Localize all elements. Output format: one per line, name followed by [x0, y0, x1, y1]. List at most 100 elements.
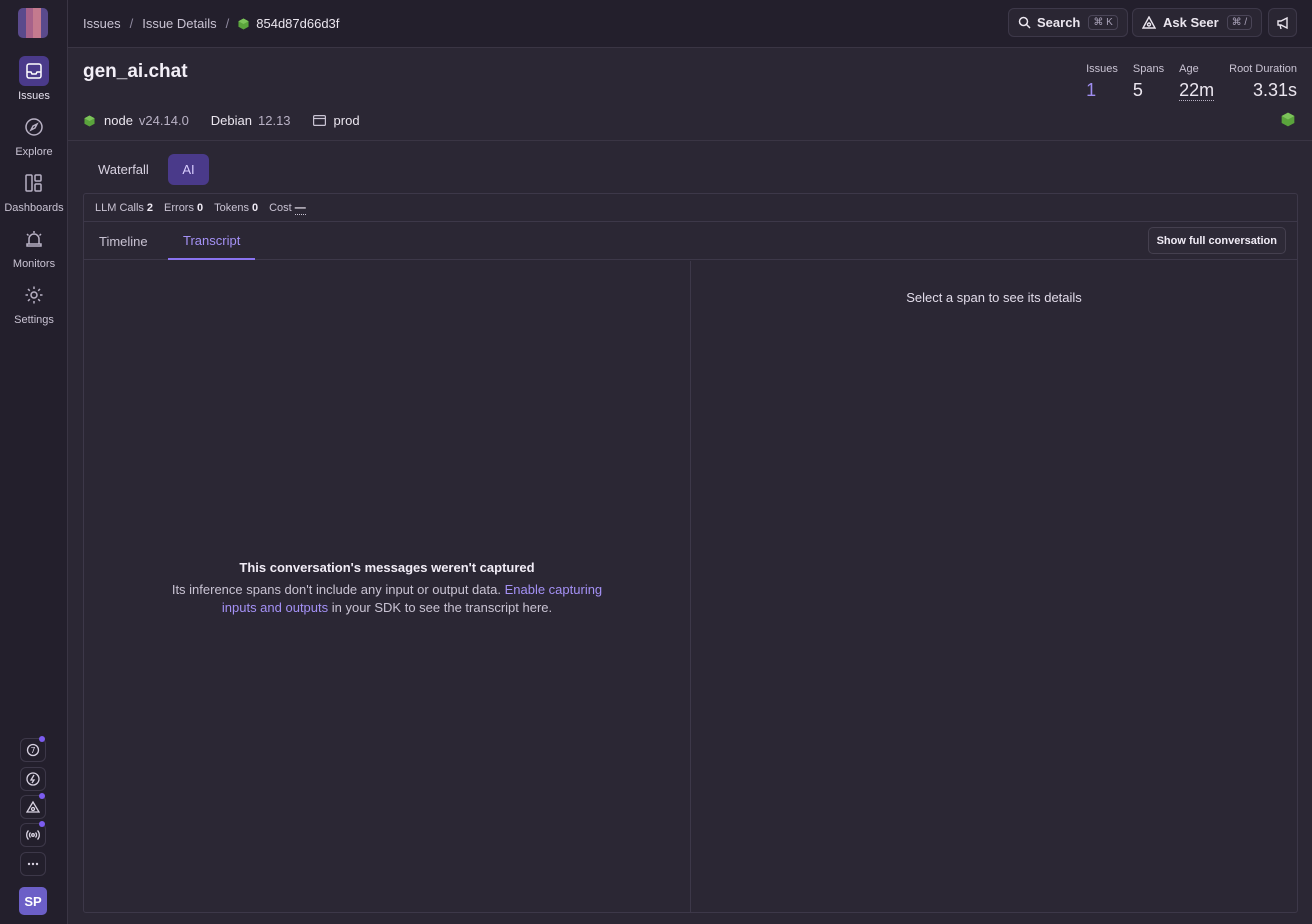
notification-dot [39, 736, 45, 742]
search-button[interactable]: Search ⌘ K [1008, 8, 1128, 37]
user-avatar[interactable]: SP [19, 887, 47, 915]
whats-new-button[interactable] [1268, 8, 1297, 37]
stat-root-duration: Root Duration 3.31s [1229, 63, 1297, 101]
lightning-icon [26, 772, 40, 786]
siren-icon [19, 224, 49, 254]
trace-id: 854d87d66d3f [256, 16, 340, 31]
dashboard-icon [19, 168, 49, 198]
stat-value: 3.31s [1252, 80, 1297, 100]
metric-label: Errors [164, 201, 194, 214]
tag-version: v24.14.0 [138, 113, 189, 128]
tag-os: Debian 12.13 [211, 113, 291, 128]
metric-cost: Cost — [269, 201, 306, 215]
empty-state-text: in your SDK to see the transcript here. [328, 600, 553, 615]
metric-errors: Errors 0 [164, 202, 203, 214]
tag-runtime: node v24.14.0 [84, 113, 189, 128]
metric-value: 0 [251, 201, 259, 214]
breadcrumb-issue-details[interactable]: Issue Details [142, 16, 216, 31]
tag-name: prod [333, 113, 360, 128]
tab-transcript[interactable]: Transcript [168, 222, 256, 260]
breadcrumb: Issues / Issue Details / 854d87d66d3f [83, 16, 339, 31]
stat-issues: Issues 1 [1086, 63, 1118, 101]
breadcrumb-separator: / [225, 16, 230, 31]
sidebar-item-issues[interactable]: Issues [0, 56, 68, 106]
details-placeholder: Select a span to see its details [906, 290, 1082, 305]
ask-seer-button[interactable]: Ask Seer ⌘ / [1132, 8, 1263, 37]
tab-waterfall[interactable]: Waterfall [84, 154, 163, 185]
nodejs-icon [84, 115, 95, 126]
broadcast-button[interactable] [20, 821, 46, 847]
platform-icon [1281, 112, 1295, 130]
metric-label: LLM Calls [95, 201, 144, 214]
sidebar-item-label: Monitors [12, 258, 56, 270]
tag-environment: prod [312, 113, 366, 128]
stat-label: Root Duration [1229, 63, 1297, 75]
tab-timeline[interactable]: Timeline [84, 222, 163, 260]
ai-panel: LLM Calls 2 Errors 0 Tokens 0 Cost — Timelin… [83, 193, 1298, 913]
stat-value: 5 [1132, 80, 1143, 100]
stat-label: Spans [1132, 63, 1165, 75]
stat-label: Issues [1086, 63, 1118, 75]
seer-icon [1142, 16, 1156, 29]
metric-label: Tokens [214, 201, 249, 214]
stat-value[interactable]: 1 [1086, 80, 1118, 101]
tab-ai[interactable]: AI [168, 154, 209, 185]
empty-state-description: Its inference spans don't include any in… [156, 581, 618, 617]
split-divider[interactable] [690, 261, 691, 913]
search-label: Search [1037, 15, 1081, 30]
stat-spans: Spans 5 [1133, 63, 1164, 101]
sidebar-item-settings[interactable]: Settings [0, 280, 68, 330]
seer-eye-icon [26, 800, 40, 813]
seer-button[interactable] [20, 793, 46, 819]
sidebar-item-label: Dashboards [4, 202, 64, 214]
tag-name: Debian [210, 113, 252, 128]
metrics-bar: LLM Calls 2 Errors 0 Tokens 0 Cost — [84, 194, 1297, 222]
subtabs: Timeline Transcript Show full conversati… [84, 222, 1297, 260]
empty-state-text: Its inference spans don't include any in… [171, 582, 505, 597]
metric-llm-calls: LLM Calls 2 [95, 202, 153, 214]
more-button[interactable] [20, 852, 46, 876]
search-icon [1018, 16, 1031, 29]
broadcast-icon [26, 830, 40, 840]
onboarding-button[interactable]: 7 [20, 736, 46, 762]
empty-state-title: This conversation's messages weren't cap… [239, 560, 535, 575]
org-logo[interactable] [18, 8, 48, 38]
ask-seer-shortcut: ⌘ / [1226, 15, 1253, 30]
tag-version: 12.13 [258, 113, 291, 128]
breadcrumb-issues[interactable]: Issues [83, 16, 121, 31]
breadcrumb-current: 854d87d66d3f [238, 16, 339, 31]
sidebar-item-label: Explore [15, 146, 53, 158]
search-shortcut: ⌘ K [1088, 15, 1118, 30]
compass-icon [19, 112, 49, 142]
inbox-icon [19, 56, 49, 86]
trace-tags: node v24.14.0 Debian 12.13 prod [84, 113, 388, 128]
gear-icon [19, 280, 49, 310]
nodejs-icon [1281, 112, 1295, 127]
page-title: gen_ai.chat [83, 61, 188, 82]
metric-value: 0 [196, 201, 204, 214]
performance-button[interactable] [20, 767, 46, 791]
sidebar-item-label: Settings [14, 314, 54, 326]
sidebar: Issues Explore Dashboards Monitors Setti… [0, 0, 68, 924]
top-bar: Issues / Issue Details / 854d87d66d3f Se… [68, 0, 1312, 48]
stat-age: Age 22m [1179, 63, 1215, 101]
metric-tokens: Tokens 0 [214, 202, 258, 214]
sidebar-item-explore[interactable]: Explore [0, 112, 68, 162]
notification-dot [39, 821, 45, 827]
megaphone-icon [1276, 16, 1288, 29]
tag-name: node [104, 113, 133, 128]
ellipsis-icon [27, 862, 39, 866]
show-full-conversation-button[interactable]: Show full conversation [1147, 227, 1286, 254]
notification-dot [39, 793, 45, 799]
nodejs-icon [238, 18, 249, 29]
metric-value: 2 [146, 201, 154, 214]
metric-value: — [294, 201, 306, 215]
window-icon [312, 115, 326, 126]
trace-stats: Issues 1 Spans 5 Age 22m Root Duration 3… [1071, 63, 1297, 101]
header-divider [68, 140, 1312, 141]
stat-label: Age [1179, 63, 1199, 75]
breadcrumb-separator: / [129, 16, 134, 31]
stat-value: 22m [1179, 80, 1215, 101]
sidebar-item-monitors[interactable]: Monitors [0, 224, 68, 274]
sidebar-item-dashboards[interactable]: Dashboards [0, 168, 68, 218]
